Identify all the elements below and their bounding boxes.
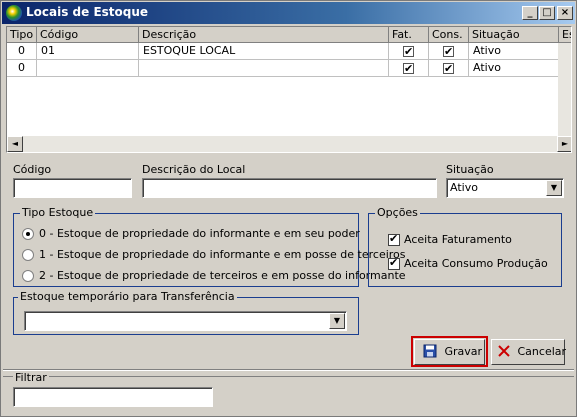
col-tipo[interactable]: Tipo — [7, 27, 37, 43]
cell-descricao: ESTOQUE LOCAL — [139, 43, 389, 60]
cell-descricao — [139, 60, 389, 77]
gravar-button[interactable]: Gravar — [414, 339, 485, 365]
col-descricao[interactable]: Descrição — [139, 27, 389, 43]
maximize-button[interactable]: □ — [539, 6, 555, 20]
title-bar: Locais de Estoque _ □ × — [2, 2, 575, 24]
cell-fat[interactable] — [389, 43, 429, 60]
codigo-input[interactable] — [13, 178, 132, 198]
situacao-label: Situação — [446, 163, 494, 176]
table-row[interactable]: 0 01 ESTOQUE LOCAL Ativo — [7, 43, 559, 60]
cell-fat[interactable] — [389, 60, 429, 77]
tipo-0-label[interactable]: 0 - Estoque de propriedade do informante… — [39, 227, 360, 240]
aceita-consumo-label[interactable]: Aceita Consumo Produção — [404, 257, 548, 270]
codigo-label: Código — [13, 163, 52, 176]
cell-tipo: 0 — [7, 43, 37, 60]
transferencia-select[interactable]: ▼ — [24, 311, 347, 331]
descricao-input[interactable] — [142, 178, 437, 198]
window-title: Locais de Estoque — [26, 5, 149, 19]
cell-codigo: 01 — [37, 43, 139, 60]
cancelar-button[interactable]: Cancelar — [491, 339, 567, 365]
fat-checkbox[interactable] — [403, 61, 414, 76]
tipo-2-radio[interactable] — [22, 270, 34, 282]
aceita-faturamento-checkbox[interactable] — [388, 232, 400, 246]
tipo-2-label[interactable]: 2 - Estoque de propriedade de terceiros … — [39, 269, 406, 282]
close-button[interactable]: × — [557, 6, 573, 20]
chevron-down-icon[interactable]: ▼ — [546, 180, 562, 196]
cell-codigo — [37, 60, 139, 77]
fat-checkbox[interactable] — [403, 44, 414, 59]
cancelar-label: Cancelar — [517, 345, 567, 358]
aceita-faturamento-label[interactable]: Aceita Faturamento — [404, 233, 512, 246]
locais-de-estoque-window: Locais de Estoque _ □ × Tipo Código Desc… — [0, 0, 577, 417]
tipo-0-radio[interactable] — [22, 228, 34, 240]
cell-tipo: 0 — [7, 60, 37, 77]
transferencia-group: Estoque temporário para Transferência ▼ — [13, 290, 359, 335]
transferencia-title: Estoque temporário para Transferência — [18, 290, 237, 303]
app-icon — [6, 5, 22, 21]
save-icon — [423, 344, 437, 358]
col-fat[interactable]: Fat. — [389, 27, 429, 43]
chevron-down-icon[interactable]: ▼ — [329, 313, 345, 329]
cell-situacao: Ativo — [469, 43, 559, 60]
grid-header: Tipo Código Descrição Fat. Cons. Situaçã… — [7, 27, 571, 43]
cancel-x-icon — [498, 345, 510, 357]
locais-grid[interactable]: Tipo Código Descrição Fat. Cons. Situaçã… — [6, 26, 572, 153]
col-situacao[interactable]: Situação — [469, 27, 559, 43]
tipo-estoque-group: Tipo Estoque 0 - Estoque de propriedade … — [13, 206, 406, 287]
cell-cons[interactable] — [429, 43, 469, 60]
scroll-right-icon[interactable]: ► — [557, 136, 571, 152]
tipo-1-radio[interactable] — [22, 249, 34, 261]
scroll-left-icon[interactable]: ◄ — [7, 136, 23, 152]
minimize-button[interactable]: _ — [522, 6, 538, 20]
col-es[interactable]: Es — [559, 27, 571, 43]
gravar-label: Gravar — [444, 345, 483, 358]
cons-checkbox[interactable] — [443, 61, 454, 76]
opcoes-title: Opções — [375, 206, 420, 219]
cell-situacao: Ativo — [469, 60, 559, 77]
col-codigo[interactable]: Código — [37, 27, 139, 43]
cell-cons[interactable] — [429, 60, 469, 77]
tipo-1-label[interactable]: 1 - Estoque de propriedade do informante… — [39, 248, 406, 261]
situacao-value: Ativo — [450, 181, 478, 194]
cons-checkbox[interactable] — [443, 44, 454, 59]
filtrar-label: Filtrar — [13, 371, 49, 384]
filtrar-input[interactable] — [13, 387, 213, 407]
separator — [3, 369, 574, 371]
aceita-consumo-checkbox[interactable] — [388, 256, 400, 270]
table-row[interactable]: 0 Ativo — [7, 60, 559, 77]
tipo-estoque-title: Tipo Estoque — [20, 206, 96, 219]
descricao-label: Descrição do Local — [142, 163, 246, 176]
grid-vertical-scrollbar[interactable] — [558, 43, 571, 136]
situacao-select[interactable]: Ativo ▼ — [446, 178, 564, 198]
col-cons[interactable]: Cons. — [429, 27, 469, 43]
opcoes-group: Opções Aceita Faturamento Aceita Consumo… — [368, 206, 562, 287]
grid-horizontal-scrollbar[interactable]: ◄ ► — [7, 136, 571, 152]
